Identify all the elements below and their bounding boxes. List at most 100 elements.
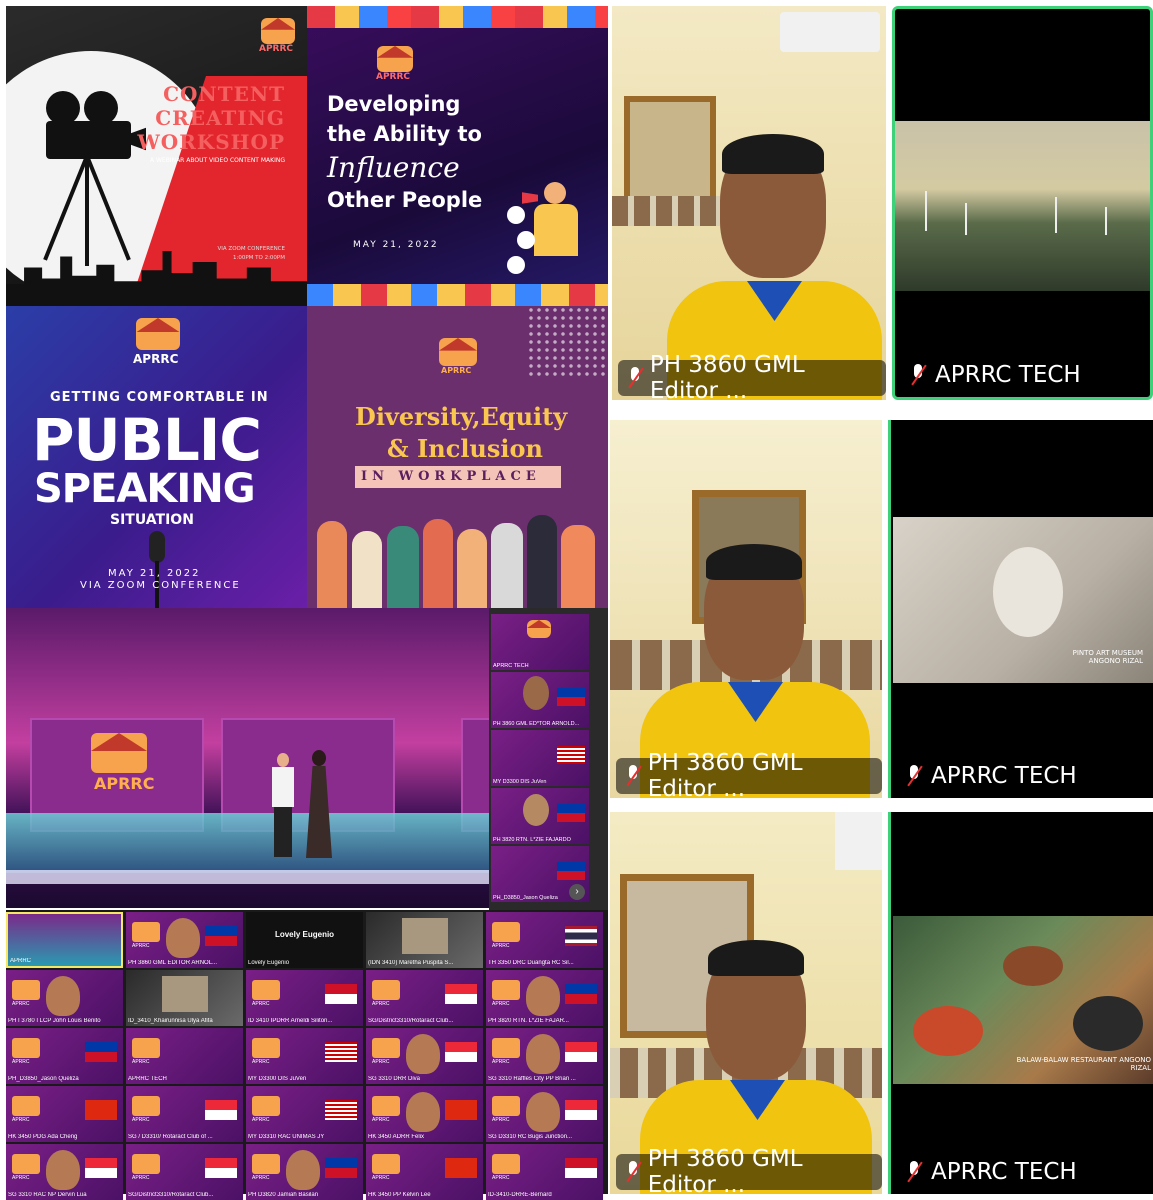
sg-flag-icon (445, 1042, 477, 1062)
gallery-tile[interactable]: APRRC (6, 912, 123, 968)
gallery-tile[interactable]: HK 3450 ADRR Felix (366, 1086, 483, 1142)
ph-flag-icon (565, 984, 597, 1004)
poster-title-3: WORKSHOP (137, 130, 285, 154)
video-tile-screen-1[interactable]: APRRC TECH (892, 6, 1153, 400)
participant-name: SG 3310 DRR Diva (368, 1076, 421, 1082)
participant-name: PH 3820 RTN. L*ZIE FAJAR... (488, 1018, 569, 1024)
gallery-tile[interactable]: SG/District3310/Rotaract Club... (126, 1144, 243, 1200)
poster-venue: VIA ZOOM CONFERENCE (217, 246, 285, 252)
participant-name-pill: PH 3860 GML Editor ... (616, 1146, 882, 1194)
speaker-hair (706, 544, 802, 580)
gallery-tile[interactable]: ID_3410_Khairunnisa Ulya Afifa (126, 970, 243, 1026)
gallery-tile[interactable]: SG 3310 Raffles City PP Brian ... (486, 1028, 603, 1084)
gallery-tile[interactable]: HK 3450 PP Kelvin Lee (366, 1144, 483, 1200)
ph-flag-icon (557, 862, 585, 880)
poster-date: MAY 21, 2022 (353, 240, 439, 250)
poster-public-speaking: APRRC GETTING COMFORTABLE IN PUBLIC SPEA… (6, 306, 307, 608)
host-male (271, 753, 295, 858)
poster-diversity: APRRC Diversity,Equity & Inclusion IN WO… (307, 306, 608, 608)
aprrc-logo (12, 980, 40, 1007)
film-camera-icon (36, 91, 146, 166)
poster-banner: IN WORKPLACE (355, 466, 561, 488)
th-flag-icon (565, 926, 597, 946)
aprrc-logo (527, 620, 551, 638)
muted-mic-icon (624, 764, 640, 788)
gallery-tile[interactable]: PH_D3850_Jason Queliza (6, 1028, 123, 1084)
participant-name: APRRC TECH (128, 1076, 167, 1082)
aprrc-logo (372, 980, 400, 1007)
gallery-tile[interactable]: PH I 3780 I LCP John Louis Benito (6, 970, 123, 1026)
gallery-tile[interactable]: SG 3310 DRR Diva (366, 1028, 483, 1084)
gallery-tile[interactable]: APRRC TECH (126, 1028, 243, 1084)
air-conditioner (835, 812, 882, 870)
muted-mic-icon (905, 1160, 923, 1184)
aprrc-logo (252, 1038, 280, 1065)
poster-dot-pattern (527, 306, 608, 376)
scroll-down-button[interactable]: › (569, 884, 585, 900)
participant-photo (402, 918, 448, 954)
poster-title-2: CREATING (155, 106, 285, 130)
side-thumb-1[interactable]: APRRC TECH (491, 614, 589, 670)
participant-name: PH 3860 GML Editor ... (649, 352, 805, 400)
landscape-video (895, 121, 1150, 291)
aprrc-logo (377, 46, 413, 72)
gallery-tile[interactable]: TH 3350 DRC Duangta RC Sil... (486, 912, 603, 968)
gallery-tile[interactable]: SG D3310 RC Bugis Junction... (486, 1086, 603, 1142)
gallery-tile[interactable]: PH 3820 RTN. L*ZIE FAJAR... (486, 970, 603, 1026)
top-pattern (307, 6, 608, 28)
side-thumb-3[interactable]: MY D3300 DIS JuVen (491, 730, 589, 786)
poster-subtitle: A WEBINAR ABOUT VIDEO CONTENT MAKING (149, 157, 285, 164)
participant-name: Lovely Eugenio (248, 960, 290, 966)
gallery-tile[interactable]: SG / D3310/ Rotaract Club of ... (126, 1086, 243, 1142)
aprrc-logo (261, 18, 295, 44)
poster-line-2: the Ability to (327, 122, 482, 146)
participant-name-pill: APRRC TECH (897, 1154, 1085, 1190)
video-tile-screen-2[interactable]: PINTO ART MUSEUM ANGONO RIZAL APRRC TECH (888, 420, 1153, 798)
speaker-hair (708, 940, 804, 976)
poster-banner-text: IN WORKPLACE (361, 469, 541, 484)
stage-logo-text: APRRC (94, 774, 155, 793)
participant-name: HK 3450 PDG Ada Cheng (8, 1134, 78, 1140)
speaker-hair (722, 134, 824, 174)
aprrc-logo (132, 922, 160, 949)
video-tile-speaker-3[interactable]: PH 3860 GML Editor ... (610, 812, 882, 1194)
gallery-tile[interactable]: PH 3860 GML EDITOR ARNOL... (126, 912, 243, 968)
aprrc-logo-text: APRRC (259, 44, 294, 54)
aprrc-logo (492, 1154, 520, 1181)
participant-name: SG/District3310/Rotaract Club... (368, 1018, 454, 1024)
gallery-tile[interactable]: MY D3310 RAC UNIMAS JY (246, 1086, 363, 1142)
participant-name: PH I 3780 I LCP John Louis Benito (8, 1018, 101, 1024)
hk-flag-icon (445, 1158, 477, 1178)
participant-name: MY D3310 RAC UNIMAS JY (248, 1134, 325, 1140)
gallery-tile[interactable]: (IDN 3410) Maretha Puspita S... (366, 912, 483, 968)
muted-mic-icon (909, 363, 927, 387)
participant-photo (162, 976, 208, 1012)
tripod (41, 156, 131, 266)
video-tile-screen-3[interactable]: BALAW-BALAW RESTAURANT ANGONO RIZAL APRR… (888, 812, 1153, 1194)
my-flag-icon (557, 746, 585, 764)
gallery-tile[interactable]: ID 3410 IPDRR Arneldi Siliton... (246, 970, 363, 1026)
sg-flag-icon (205, 1158, 237, 1178)
gallery-tile[interactable]: Lovely Eugenio Lovely Eugenio (246, 912, 363, 968)
participant-name: APRRC (10, 958, 32, 964)
side-thumb-4[interactable]: PH 3820 RTN. L*ZIE FAJARDO (491, 788, 589, 844)
gallery-tile[interactable]: PH D3820 Jamiah Basilan (246, 1144, 363, 1200)
gallery-tile[interactable]: SG/District3310/Rotaract Club... (366, 970, 483, 1026)
gallery-tile[interactable]: MY D3300 DIS JuVen (246, 1028, 363, 1084)
participant-name: HK 3450 PP Kelvin Lee (368, 1192, 431, 1198)
bottom-pattern (307, 284, 608, 306)
gallery-tile[interactable]: SG 3310 RAC NP Dervin Lua (6, 1144, 123, 1200)
video-tile-speaker-1[interactable]: PH 3860 GML Editor ... (612, 6, 886, 400)
gallery-tile[interactable]: ID-3410-DRRE-Bernard (486, 1144, 603, 1200)
poster-influence: APRRC Developing the Ability to Influenc… (307, 6, 608, 306)
participant-name: ID-3410-DRRE-Bernard (488, 1192, 552, 1198)
gallery-tile[interactable]: HK 3450 PDG Ada Cheng (6, 1086, 123, 1142)
side-thumb-2[interactable]: PH 3860 GML ED*TOR ARNOLD... (491, 672, 589, 728)
aprrc-logo (492, 1038, 520, 1065)
video-tile-speaker-2[interactable]: PH 3860 GML Editor ... (610, 420, 882, 798)
ph-flag-icon (205, 926, 237, 946)
participant-display-name: Lovely Eugenio (274, 930, 335, 939)
participant-photo (523, 794, 549, 826)
aprrc-logo (439, 338, 477, 366)
stage-aprrc-logo (91, 733, 147, 773)
